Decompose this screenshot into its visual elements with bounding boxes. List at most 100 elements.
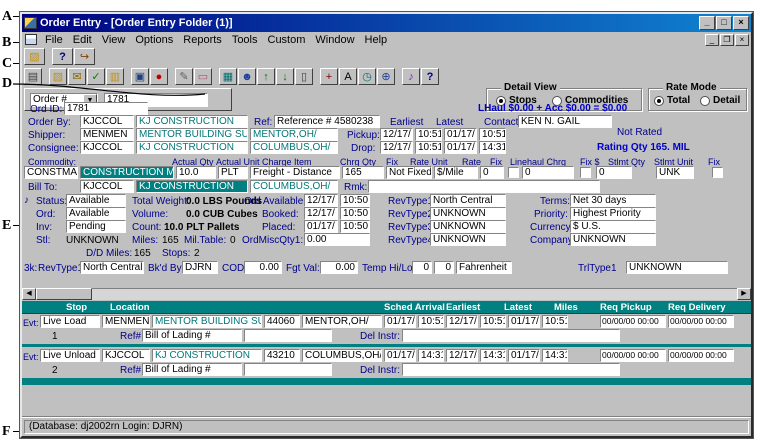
menu-reports[interactable]: Reports	[178, 34, 227, 46]
stop2-sched-date-field[interactable]: 01/17/	[384, 349, 416, 362]
bill-to-city-field[interactable]: COLUMBUS,OH/	[250, 180, 338, 193]
people-icon[interactable]: ☻	[238, 68, 256, 85]
currency-field[interactable]: $ U.S.	[570, 220, 656, 233]
eraser-icon[interactable]: ▭	[194, 68, 212, 85]
stop1-event-field[interactable]: Live Load	[40, 315, 100, 328]
consignee-code-field[interactable]: KJCCOL	[80, 141, 134, 154]
folder-check-icon[interactable]: ✓	[87, 68, 105, 85]
stop2-city-field[interactable]: COLUMBUS,OH/	[302, 349, 382, 362]
bill-to-code-field[interactable]: KJCCOL	[80, 180, 134, 193]
stlmt-unit-field[interactable]: UNK	[656, 166, 694, 179]
stop2-ref-label[interactable]: Ref#	[120, 365, 141, 377]
menu-options[interactable]: Options	[130, 34, 178, 46]
drop-late-date-field[interactable]: 01/17/	[444, 141, 477, 154]
rmk-field[interactable]	[368, 180, 600, 193]
clipboard-icon[interactable]: ▦	[219, 68, 237, 85]
minimize-button[interactable]: _	[699, 16, 715, 30]
pickup-late-date-field[interactable]: 01/17/	[444, 128, 477, 141]
stop2-ref-field[interactable]: Bill of Lading #	[142, 363, 242, 376]
mdi-minimize-button[interactable]: _	[705, 33, 719, 46]
fix-field[interactable]: Not Fixed	[386, 166, 432, 179]
charge-item-field[interactable]: Freight - Distance	[250, 166, 340, 179]
stop2-sched-time-field[interactable]: 14:31	[418, 349, 444, 362]
terms-field[interactable]: Net 30 days	[570, 194, 656, 207]
maximize-button[interactable]: □	[716, 16, 732, 30]
ord-misc-field[interactable]: 0.00	[304, 233, 370, 246]
stop1-ref-field[interactable]: Bill of Lading #	[142, 329, 242, 342]
stop1-req-pickup-field[interactable]: 00/00/00 00:00	[600, 315, 666, 328]
scrollbar-thumb[interactable]	[36, 288, 92, 300]
menu-view[interactable]: View	[97, 34, 131, 46]
fix-stlmt-checkbox[interactable]	[712, 167, 723, 178]
stop1-city-field[interactable]: MENTOR,OH/	[302, 315, 382, 328]
horizontal-scrollbar[interactable]	[22, 288, 751, 300]
placed-date-field[interactable]: 01/17/	[304, 220, 338, 233]
temp-lo-field[interactable]: 0	[434, 261, 454, 274]
booked-time-field[interactable]: 10:50	[340, 207, 370, 220]
actual-qty-field[interactable]: 10.0	[176, 166, 216, 179]
stop2-code-field[interactable]: KJCCOL	[102, 349, 150, 362]
stop1-code-field[interactable]: MENMEN	[102, 315, 150, 328]
ref-field[interactable]: Reference # 4580238	[274, 115, 380, 128]
temp-unit-field[interactable]: Fahrenheit	[456, 261, 512, 274]
stop1-early-time-field[interactable]: 10:51	[480, 315, 506, 328]
temp-hi-field[interactable]: 0	[412, 261, 432, 274]
exit-icon[interactable]: ↪	[74, 48, 95, 65]
title-bar[interactable]: Order Entry - [Order Entry Folder (1)] _…	[22, 14, 751, 32]
fgt-val-field[interactable]: 0.00	[320, 261, 358, 274]
folder-add-icon[interactable]: ▥	[106, 68, 124, 85]
music-note-icon[interactable]: ♪	[402, 68, 420, 85]
inv-field[interactable]: Pending	[66, 220, 126, 233]
stop2-del-instr-field[interactable]	[402, 363, 620, 376]
ord-available-time-field[interactable]: 10:50	[340, 194, 370, 207]
menu-custom[interactable]: Custom	[263, 34, 311, 46]
stop1-sched-date-field[interactable]: 01/17/	[384, 315, 416, 328]
drop-late-time-field[interactable]: 14:31	[479, 141, 506, 154]
booking-revtype1-field[interactable]: North Central	[80, 261, 144, 274]
record-icon[interactable]: ●	[150, 68, 168, 85]
shipper-name-field[interactable]: MENTOR BUILDING SUF	[136, 128, 248, 141]
stop2-req-pickup-field[interactable]: 00/00/00 00:00	[600, 349, 666, 362]
open-folder-icon[interactable]: ▨	[24, 48, 45, 65]
menu-tools[interactable]: Tools	[227, 34, 263, 46]
drop-early-date-field[interactable]: 12/17/	[380, 141, 413, 154]
globe-icon[interactable]: ⊕	[377, 68, 395, 85]
stop1-sched-time-field[interactable]: 10:51	[418, 315, 444, 328]
stop1-ref-label[interactable]: Ref#	[120, 331, 141, 343]
clock-icon[interactable]: ◷	[358, 68, 376, 85]
anchor-icon[interactable]: +	[320, 68, 338, 85]
stop1-req-delivery-field[interactable]: 00/00/00 00:00	[668, 315, 734, 328]
rate-field[interactable]: 0	[480, 166, 504, 179]
ord-id-field[interactable]: 1781	[64, 102, 148, 115]
rate-unit-field[interactable]: $/Mile	[434, 166, 478, 179]
order-by-name-field[interactable]: KJ CONSTRUCTION	[136, 115, 248, 128]
order-by-code-field[interactable]: KJCCOL	[80, 115, 134, 128]
revtype4-field[interactable]: UNKNOWN	[430, 233, 506, 246]
fix-rate-checkbox[interactable]	[508, 167, 519, 178]
help-icon[interactable]: ?	[52, 48, 73, 65]
pickup-early-time-field[interactable]: 10:51	[415, 128, 442, 141]
detail-radio[interactable]	[700, 96, 710, 106]
stop1-early-date-field[interactable]: 12/17/	[446, 315, 478, 328]
booked-date-field[interactable]: 12/17/	[304, 207, 338, 220]
menu-file[interactable]: File	[40, 34, 68, 46]
stop2-late-time-field[interactable]: 14:31	[542, 349, 568, 362]
scroll-left-icon[interactable]: ◀	[22, 288, 36, 300]
stop2-late-date-field[interactable]: 01/17/	[508, 349, 540, 362]
stop1-late-time-field[interactable]: 10:51	[542, 315, 568, 328]
drop-early-time-field[interactable]: 10:51	[415, 141, 442, 154]
contact-field[interactable]: KEN N. GAIL	[518, 115, 612, 128]
toolbar-help-icon[interactable]: ?	[421, 68, 439, 85]
total-radio[interactable]	[654, 96, 664, 106]
menu-window[interactable]: Window	[310, 34, 359, 46]
actual-unit-field[interactable]: PLT	[218, 166, 248, 179]
stop2-early-time-field[interactable]: 14:31	[480, 349, 506, 362]
shipper-city-field[interactable]: MENTOR,OH/	[250, 128, 338, 141]
linehaul-chrg-field[interactable]: 0	[522, 166, 574, 179]
open-icon[interactable]: ▨	[49, 68, 67, 85]
stop1-del-instr-field[interactable]	[402, 329, 620, 342]
menu-edit[interactable]: Edit	[68, 34, 97, 46]
chrg-qty-field[interactable]: 165	[342, 166, 384, 179]
child-window-icon[interactable]	[25, 34, 37, 45]
stop2-early-date-field[interactable]: 12/17/	[446, 349, 478, 362]
